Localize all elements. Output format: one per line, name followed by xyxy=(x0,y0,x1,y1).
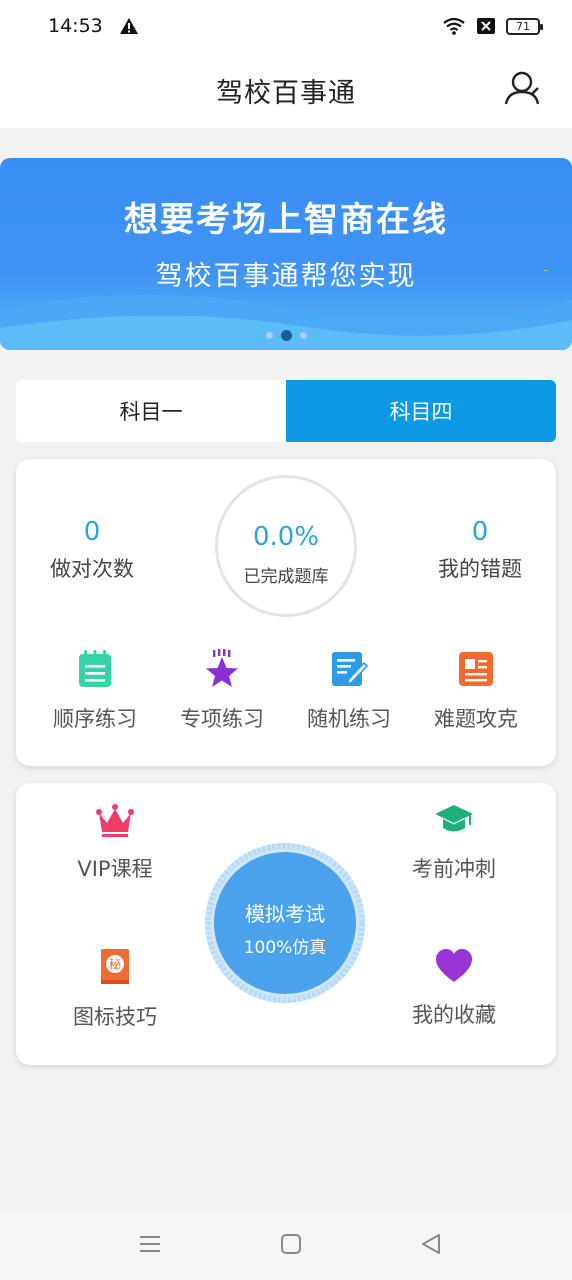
mistakes-value: 0 xyxy=(471,517,489,547)
correct-count-value: 0 xyxy=(83,517,101,547)
secret-book-glyph: 秘 xyxy=(109,958,121,972)
mistakes-label: 我的错题 xyxy=(438,557,522,581)
heart-icon xyxy=(436,949,472,982)
crown-icon xyxy=(96,804,134,837)
status-time: 14:53 xyxy=(48,15,103,37)
sign-tips-label: 图标技巧 xyxy=(73,1005,157,1029)
mistakes-stat[interactable]: 0 我的错题 xyxy=(410,517,550,583)
graduation-cap-icon xyxy=(435,805,473,832)
hard-questions-button[interactable]: 难题攻克 xyxy=(411,649,541,733)
sequential-practice-label: 顺序练习 xyxy=(53,707,137,731)
vip-course-button[interactable]: VIP课程 xyxy=(50,801,180,883)
sign-tips-button[interactable]: 秘 图标技巧 xyxy=(50,947,180,1031)
banner-carousel[interactable]: 想要考场上智商在线 驾校百事通帮您实现 xyxy=(0,158,572,350)
back-icon[interactable] xyxy=(419,1232,443,1256)
user-icon[interactable] xyxy=(502,68,542,108)
progress-circle: 0.0% 已完成题库 xyxy=(215,475,357,617)
pre-exam-sprint-button[interactable]: 考前冲刺 xyxy=(389,801,519,883)
progress-label: 已完成题库 xyxy=(243,567,329,587)
correct-count-label: 做对次数 xyxy=(50,557,134,581)
carousel-dot-active[interactable] xyxy=(280,330,292,341)
favorites-label: 我的收藏 xyxy=(412,1003,496,1027)
warning-icon xyxy=(119,18,138,34)
random-practice-label: 随机练习 xyxy=(307,707,391,731)
page-title: 驾校百事通 xyxy=(216,77,356,109)
mock-exam-face: 模拟考试 100%仿真 xyxy=(214,852,356,994)
news-icon xyxy=(459,652,493,686)
banner-headline: 想要考场上智商在线 xyxy=(124,200,448,240)
edit-icon xyxy=(332,652,368,686)
pre-exam-sprint-label: 考前冲刺 xyxy=(412,857,496,881)
menu-icon[interactable] xyxy=(138,1232,162,1256)
battery-icon: 71 xyxy=(506,17,543,35)
hard-questions-label: 难题攻克 xyxy=(434,707,518,731)
carousel-dot[interactable] xyxy=(265,332,273,339)
correct-count-stat[interactable]: 0 做对次数 xyxy=(22,517,162,583)
topic-practice-button[interactable]: 专项练习 xyxy=(157,649,287,733)
sequential-practice-button[interactable]: 顺序练习 xyxy=(30,649,160,733)
mock-exam-button[interactable]: 模拟考试 100%仿真 xyxy=(205,843,365,1003)
vip-course-label: VIP课程 xyxy=(77,857,153,881)
banner-subheadline: 驾校百事通帮您实现 xyxy=(155,261,417,292)
star-icon xyxy=(206,649,238,687)
status-bar: 14:53 71 xyxy=(0,0,572,52)
mock-exam-title: 模拟考试 xyxy=(245,902,325,926)
carousel-indicator xyxy=(0,330,572,341)
progress-value: 0.0% xyxy=(252,522,320,552)
home-icon[interactable] xyxy=(279,1232,303,1256)
random-practice-button[interactable]: 随机练习 xyxy=(284,649,414,733)
app-header: 驾校百事通 xyxy=(0,52,572,128)
topic-practice-label: 专项练习 xyxy=(180,707,264,731)
notepad-icon xyxy=(79,650,111,687)
subject-tabs: 科目一 科目四 xyxy=(16,380,556,442)
secret-book-icon: 秘 xyxy=(101,949,129,984)
mock-exam-subtitle: 100%仿真 xyxy=(243,938,327,958)
tab-subject-four[interactable]: 科目四 xyxy=(286,380,556,442)
system-navigation-bar xyxy=(0,1210,572,1280)
favorites-button[interactable]: 我的收藏 xyxy=(389,947,519,1029)
wifi-icon xyxy=(443,17,465,35)
extras-card: VIP课程 考前冲刺 秘 图标技巧 我的收藏 模拟考试 100%仿真 xyxy=(16,783,556,1065)
carousel-dot[interactable] xyxy=(299,332,307,339)
practice-card: 0 做对次数 0.0% 已完成题库 0 我的错题 顺序练习 专项练习 随机练习 … xyxy=(16,459,556,766)
tab-subject-one[interactable]: 科目一 xyxy=(16,380,286,442)
no-sim-icon xyxy=(477,18,495,34)
